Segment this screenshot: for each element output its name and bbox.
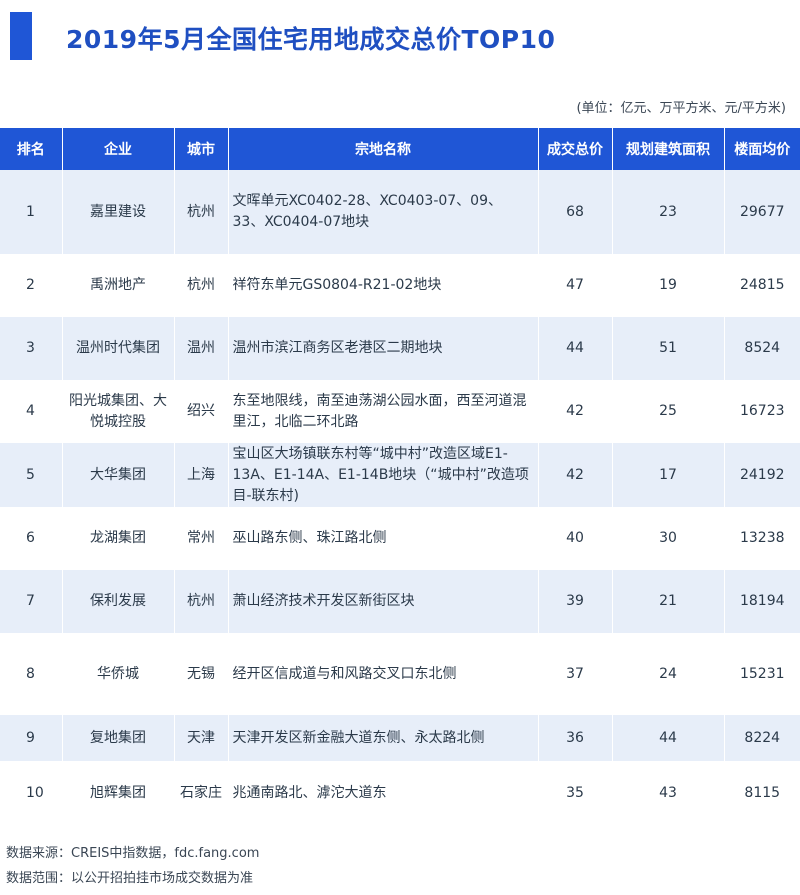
cell-company: 保利发展 <box>61 570 174 633</box>
cell-rank: 10 <box>0 761 62 825</box>
cell-plot: 文晖单元XC0402-28、XC0403-07、09、33、XC0404-07地… <box>227 170 538 254</box>
cell-plot: 兆通南路北、滹沱大道东 <box>227 761 538 825</box>
cell-rank: 9 <box>0 715 62 761</box>
cell-city: 温州 <box>173 317 228 380</box>
cell-company: 华侨城 <box>61 633 174 715</box>
cell-price: 47 <box>537 254 612 317</box>
title-accent-bar <box>10 12 32 60</box>
table-row: 10 旭辉集团 石家庄 兆通南路北、滹沱大道东 35 43 8115 <box>0 761 800 825</box>
table-header-row: 排名 企业 城市 宗地名称 成交总价 规划建筑面积 楼面均价 <box>0 128 800 170</box>
cell-company: 大华集团 <box>61 443 174 507</box>
cell-rank: 2 <box>0 254 62 317</box>
cell-avg: 8224 <box>723 715 800 761</box>
table-row: 6 龙湖集团 常州 巫山路东侧、珠江路北侧 40 30 13238 <box>0 507 800 570</box>
cell-avg: 13238 <box>723 507 800 570</box>
cell-rank: 6 <box>0 507 62 570</box>
cell-price: 36 <box>537 715 612 761</box>
cell-rank: 7 <box>0 570 62 633</box>
cell-area: 23 <box>611 170 724 254</box>
cell-area: 17 <box>611 443 724 507</box>
cell-price: 37 <box>537 633 612 715</box>
cell-company: 温州时代集团 <box>61 317 174 380</box>
cell-area: 25 <box>611 380 724 443</box>
cell-rank: 4 <box>0 380 62 443</box>
cell-price: 42 <box>537 443 612 507</box>
cell-avg: 8115 <box>723 761 800 825</box>
cell-area: 43 <box>611 761 724 825</box>
col-header-avg: 楼面均价 <box>723 128 800 170</box>
cell-city: 天津 <box>173 715 228 761</box>
cell-price: 40 <box>537 507 612 570</box>
table-row: 5 大华集团 上海 宝山区大场镇联东村等“城中村”改造区域E1-13A、E1-1… <box>0 443 800 507</box>
cell-plot: 祥符东单元GS0804-R21-02地块 <box>227 254 538 317</box>
col-header-company: 企业 <box>61 128 174 170</box>
col-header-plot: 宗地名称 <box>227 128 538 170</box>
cell-avg: 24192 <box>723 443 800 507</box>
cell-avg: 16723 <box>723 380 800 443</box>
cell-rank: 1 <box>0 170 62 254</box>
cell-city: 石家庄 <box>173 761 228 825</box>
cell-company: 龙湖集团 <box>61 507 174 570</box>
cell-avg: 24815 <box>723 254 800 317</box>
cell-avg: 8524 <box>723 317 800 380</box>
table-row: 7 保利发展 杭州 萧山经济技术开发区新街区块 39 21 18194 <box>0 570 800 633</box>
cell-area: 19 <box>611 254 724 317</box>
table-row: 1 嘉里建设 杭州 文晖单元XC0402-28、XC0403-07、09、33、… <box>0 170 800 254</box>
cell-company: 阳光城集团、大悦城控股 <box>61 380 174 443</box>
col-header-rank: 排名 <box>0 128 62 170</box>
col-header-price: 成交总价 <box>537 128 612 170</box>
cell-city: 无锡 <box>173 633 228 715</box>
ranking-table: 排名 企业 城市 宗地名称 成交总价 规划建筑面积 楼面均价 1 嘉里建设 杭州… <box>0 128 800 825</box>
cell-price: 42 <box>537 380 612 443</box>
cell-price: 44 <box>537 317 612 380</box>
cell-plot: 温州市滨江商务区老港区二期地块 <box>227 317 538 380</box>
cell-rank: 5 <box>0 443 62 507</box>
cell-company: 禹洲地产 <box>61 254 174 317</box>
cell-price: 35 <box>537 761 612 825</box>
cell-plot: 东至地限线，南至迪荡湖公园水面，西至河道混里江，北临二环北路 <box>227 380 538 443</box>
col-header-area: 规划建筑面积 <box>611 128 724 170</box>
cell-plot: 萧山经济技术开发区新街区块 <box>227 570 538 633</box>
cell-avg: 29677 <box>723 170 800 254</box>
data-scope-note: 数据范围：以公开招拍挂市场成交数据为准 <box>6 871 254 886</box>
cell-city: 常州 <box>173 507 228 570</box>
cell-city: 杭州 <box>173 254 228 317</box>
data-source-note: 数据来源：CREIS中指数据，fdc.fang.com <box>6 846 260 861</box>
cell-avg: 15231 <box>723 633 800 715</box>
table-row: 4 阳光城集团、大悦城控股 绍兴 东至地限线，南至迪荡湖公园水面，西至河道混里江… <box>0 380 800 443</box>
cell-price: 68 <box>537 170 612 254</box>
cell-city: 杭州 <box>173 170 228 254</box>
cell-company: 复地集团 <box>61 715 174 761</box>
cell-plot: 天津开发区新金融大道东侧、永太路北侧 <box>227 715 538 761</box>
cell-price: 39 <box>537 570 612 633</box>
unit-note: (单位：亿元、万平方米、元/平方米) <box>576 101 786 116</box>
cell-company: 旭辉集团 <box>61 761 174 825</box>
cell-rank: 8 <box>0 633 62 715</box>
cell-city: 上海 <box>173 443 228 507</box>
cell-rank: 3 <box>0 317 62 380</box>
cell-plot: 经开区信成道与和风路交叉口东北侧 <box>227 633 538 715</box>
cell-area: 21 <box>611 570 724 633</box>
cell-city: 杭州 <box>173 570 228 633</box>
cell-area: 30 <box>611 507 724 570</box>
cell-company: 嘉里建设 <box>61 170 174 254</box>
cell-city: 绍兴 <box>173 380 228 443</box>
cell-area: 51 <box>611 317 724 380</box>
cell-area: 24 <box>611 633 724 715</box>
cell-plot: 巫山路东侧、珠江路北侧 <box>227 507 538 570</box>
cell-avg: 18194 <box>723 570 800 633</box>
table-row: 2 禹洲地产 杭州 祥符东单元GS0804-R21-02地块 47 19 248… <box>0 254 800 317</box>
table-row: 9 复地集团 天津 天津开发区新金融大道东侧、永太路北侧 36 44 8224 <box>0 715 800 761</box>
cell-plot: 宝山区大场镇联东村等“城中村”改造区域E1-13A、E1-14A、E1-14B地… <box>227 443 538 507</box>
table-row: 3 温州时代集团 温州 温州市滨江商务区老港区二期地块 44 51 8524 <box>0 317 800 380</box>
page-title: 2019年5月全国住宅用地成交总价TOP10 <box>66 25 556 54</box>
col-header-city: 城市 <box>173 128 228 170</box>
cell-area: 44 <box>611 715 724 761</box>
table-row: 8 华侨城 无锡 经开区信成道与和风路交叉口东北侧 37 24 15231 <box>0 633 800 715</box>
